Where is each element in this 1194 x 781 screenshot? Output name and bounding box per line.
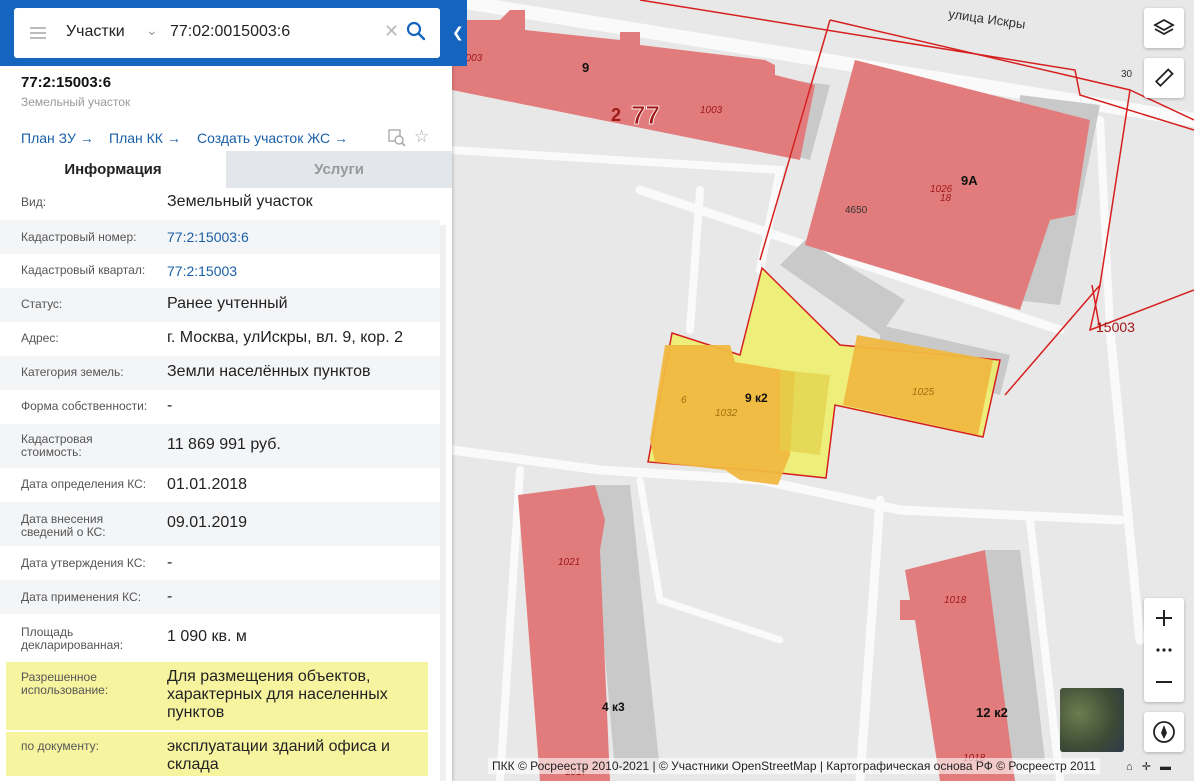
info-row: Кадастровый номер: 77:2:15003:6 [0,220,440,254]
compass-button[interactable] [1144,712,1184,752]
house-number-9a: 9А [961,173,978,188]
tab-information[interactable]: Информация [0,151,226,188]
home-icon[interactable]: ⌂ [1126,761,1133,773]
arrow-right-icon: → [330,130,348,146]
zoom-in-button[interactable] [1144,598,1184,638]
search-box: Участки ⌄ ✕ [14,8,440,58]
info-row: Статус: Ранее учтенный [0,288,440,322]
parcel-number: 1018 [944,595,967,606]
ruler-icon [1154,68,1174,88]
map-attribution: ПКК © Росреестр 2010-2021 | © Участники … [488,758,1100,774]
ruler-button[interactable] [1144,58,1184,98]
info-row-highlighted: Разрешенное использование: Для размещени… [6,662,428,730]
target-icon[interactable]: ✛ [1142,761,1151,773]
tab-services[interactable]: Услуги [226,151,452,188]
layers-button[interactable] [1144,8,1184,48]
search-type-select[interactable]: Участки [66,23,125,41]
search-icon[interactable] [406,21,426,41]
info-row-highlighted: по документу: эксплуатации зданий офиса … [6,732,428,776]
info-row: Адрес: г. Москва, улИскры, вл. 9, кор. 2 [21,329,403,346]
create-parcel-link[interactable]: Создать участок ЖС → [197,130,348,146]
info-row: Кадастровый квартал: 77:2:15003 [0,254,440,288]
more-icon [1156,648,1172,652]
more-button[interactable] [1144,638,1184,662]
parcel-number: 1003 [700,105,723,116]
region-code-label: 77 [631,100,660,130]
info-row: Вид: Земельный участок [21,193,313,210]
object-type: Земельный участок [21,95,131,109]
house-number-9: 9 [582,60,589,75]
info-row: Кадастровая стоимость: 11 869 991 руб. [0,424,440,468]
zoom-in-icon [1156,610,1172,626]
compass-icon [1153,721,1175,743]
info-row: Форма собственности: - [21,397,173,414]
tabs: Информация Услуги [0,151,452,188]
parcel-number: 30 [1121,69,1133,80]
house-number-4k3: 4 к3 [602,700,625,714]
parcel-number: 6 [681,395,687,406]
info-panel: Участки ⌄ ✕ ❮ 77:2:15003:6 Земельный уча… [0,0,467,781]
quarter-label: 15003 [1096,319,1135,335]
basemap-switcher[interactable] [1060,688,1124,752]
parcel-number: 4650 [845,205,868,216]
arrow-right-icon: → [162,130,181,146]
info-row: Площадь декларированная: 1 090 кв. м [21,625,247,652]
parcel-number: 18 [940,193,952,204]
info-row: Категория земель: Земли населённых пункт… [0,356,440,390]
zoom-to-object-icon[interactable] [388,129,406,147]
parcel-number: 1025 [912,387,935,398]
cadastral-number-link[interactable]: 77:2:15003:6 [167,228,427,246]
attribution-icons: ⌂ ✛ ▬ [1126,760,1171,773]
plan-zu-link[interactable]: План ЗУ → [21,130,94,146]
info-row: Дата применения КС: - [0,580,440,614]
region-label: 2 [611,105,621,125]
search-bar: Участки ⌄ ✕ ❮ [0,0,467,66]
house-number-9k2: 9 к2 [745,391,768,405]
zoom-control [1144,598,1184,702]
search-input[interactable] [170,19,370,45]
house-number-12k2: 12 к2 [976,705,1008,720]
info-row: Дата утверждения КС: - [21,554,173,571]
zoom-out-button[interactable] [1144,662,1184,702]
zoom-out-icon [1156,681,1172,683]
parcel-number: 1021 [558,557,580,568]
chevron-down-icon[interactable]: ⌄ [146,22,158,39]
info-row: Дата внесения сведений о КС: 09.01.2019 [0,502,440,546]
parcel-number: 1032 [715,408,738,419]
menu-icon[interactable] [30,27,46,29]
arrow-right-icon: → [75,130,94,146]
collapse-panel-icon[interactable]: ❮ [452,24,464,41]
layers-icon [1153,18,1175,36]
cadastral-quarter-link[interactable]: 77:2:15003 [167,262,427,280]
screen-icon[interactable]: ▬ [1160,761,1171,773]
plan-kk-link[interactable]: План КК → [109,130,181,146]
clear-icon[interactable]: ✕ [384,21,399,42]
info-row: Дата определения КС: 01.01.2018 [21,476,248,493]
object-id: 77:2:15003:6 [21,74,112,91]
favorite-star-icon[interactable]: ☆ [414,127,429,147]
scrollbar[interactable] [440,225,446,781]
